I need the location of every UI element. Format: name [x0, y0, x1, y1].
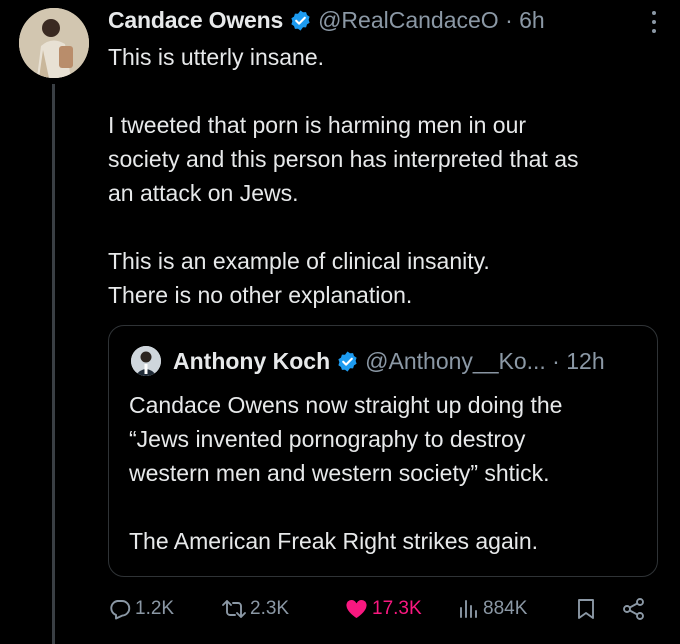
bookmark-button[interactable]	[575, 594, 597, 624]
quote-time[interactable]: 12h	[566, 348, 604, 375]
like-count: 17.3K	[372, 598, 422, 619]
share-button[interactable]	[621, 594, 647, 624]
tweet-line: I tweeted that porn is harming men in ou…	[108, 112, 527, 138]
action-bar: 1.2K 2.3K 17.3K 884K	[108, 594, 668, 624]
bookmark-icon	[575, 597, 597, 621]
reply-count: 1.2K	[135, 598, 175, 619]
reply-button[interactable]: 1.2K	[108, 594, 174, 624]
heart-icon	[344, 597, 369, 621]
tweet-line: There is no other explanation.	[108, 282, 413, 308]
tweet-paragraph: This is an example of clinical insanity.…	[108, 244, 668, 312]
views-icon	[456, 597, 480, 621]
tweet-paragraph: This is utterly insane.	[108, 40, 668, 74]
quote-paragraph: Candace Owens now straight up doing the …	[129, 388, 639, 490]
quote-paragraph: The American Freak Right strikes again.	[129, 524, 639, 558]
retweet-icon	[221, 597, 247, 621]
views-count: 884K	[483, 598, 528, 619]
retweet-button[interactable]: 2.3K	[221, 594, 289, 624]
thread-line	[52, 84, 55, 644]
tweet-text: This is utterly insane. I tweeted that p…	[108, 40, 668, 312]
tweet-paragraph: I tweeted that porn is harming men in ou…	[108, 108, 668, 210]
tweet-header: Candace Owens @RealCandaceO · 6h	[108, 4, 650, 36]
verified-badge-icon	[336, 350, 359, 373]
views-button[interactable]: 884K	[456, 594, 527, 624]
quote-line: The American Freak Right strikes again.	[129, 528, 539, 554]
quoted-tweet[interactable]: Anthony Koch @Anthony__Ko... · 12h Canda…	[108, 325, 658, 577]
tweet-line: This is an example of clinical insanity.	[108, 248, 490, 274]
separator-dot: ·	[498, 6, 520, 33]
quote-line: western men and western society” shtick.	[129, 460, 550, 486]
quote-line: Candace Owens now straight up doing the	[129, 392, 563, 418]
share-icon	[621, 597, 647, 621]
author-handle[interactable]: @RealCandaceO	[318, 7, 499, 34]
quote-author-avatar[interactable]	[131, 346, 161, 376]
quote-line: “Jews invented pornography to destroy	[129, 426, 526, 452]
author-avatar[interactable]	[19, 8, 89, 78]
quote-text: Candace Owens now straight up doing the …	[129, 388, 639, 558]
verified-badge-icon	[289, 9, 312, 32]
quote-header: Anthony Koch @Anthony__Ko... · 12h	[131, 346, 643, 376]
quote-author-handle[interactable]: @Anthony__Ko...	[365, 348, 546, 375]
author-name[interactable]: Candace Owens	[108, 7, 283, 34]
more-vertical-icon[interactable]	[646, 8, 662, 36]
quote-author-name[interactable]: Anthony Koch	[173, 348, 330, 375]
retweet-count: 2.3K	[250, 598, 290, 619]
tweet-line: society and this person has interpreted …	[108, 146, 579, 172]
like-button[interactable]: 17.3K	[344, 594, 422, 624]
separator-dot: ·	[545, 347, 567, 374]
reply-icon	[108, 597, 132, 621]
tweet-line: an attack on Jews.	[108, 180, 299, 206]
tweet-time[interactable]: 6h	[519, 7, 545, 34]
tweet-line: This is utterly insane.	[108, 44, 325, 70]
